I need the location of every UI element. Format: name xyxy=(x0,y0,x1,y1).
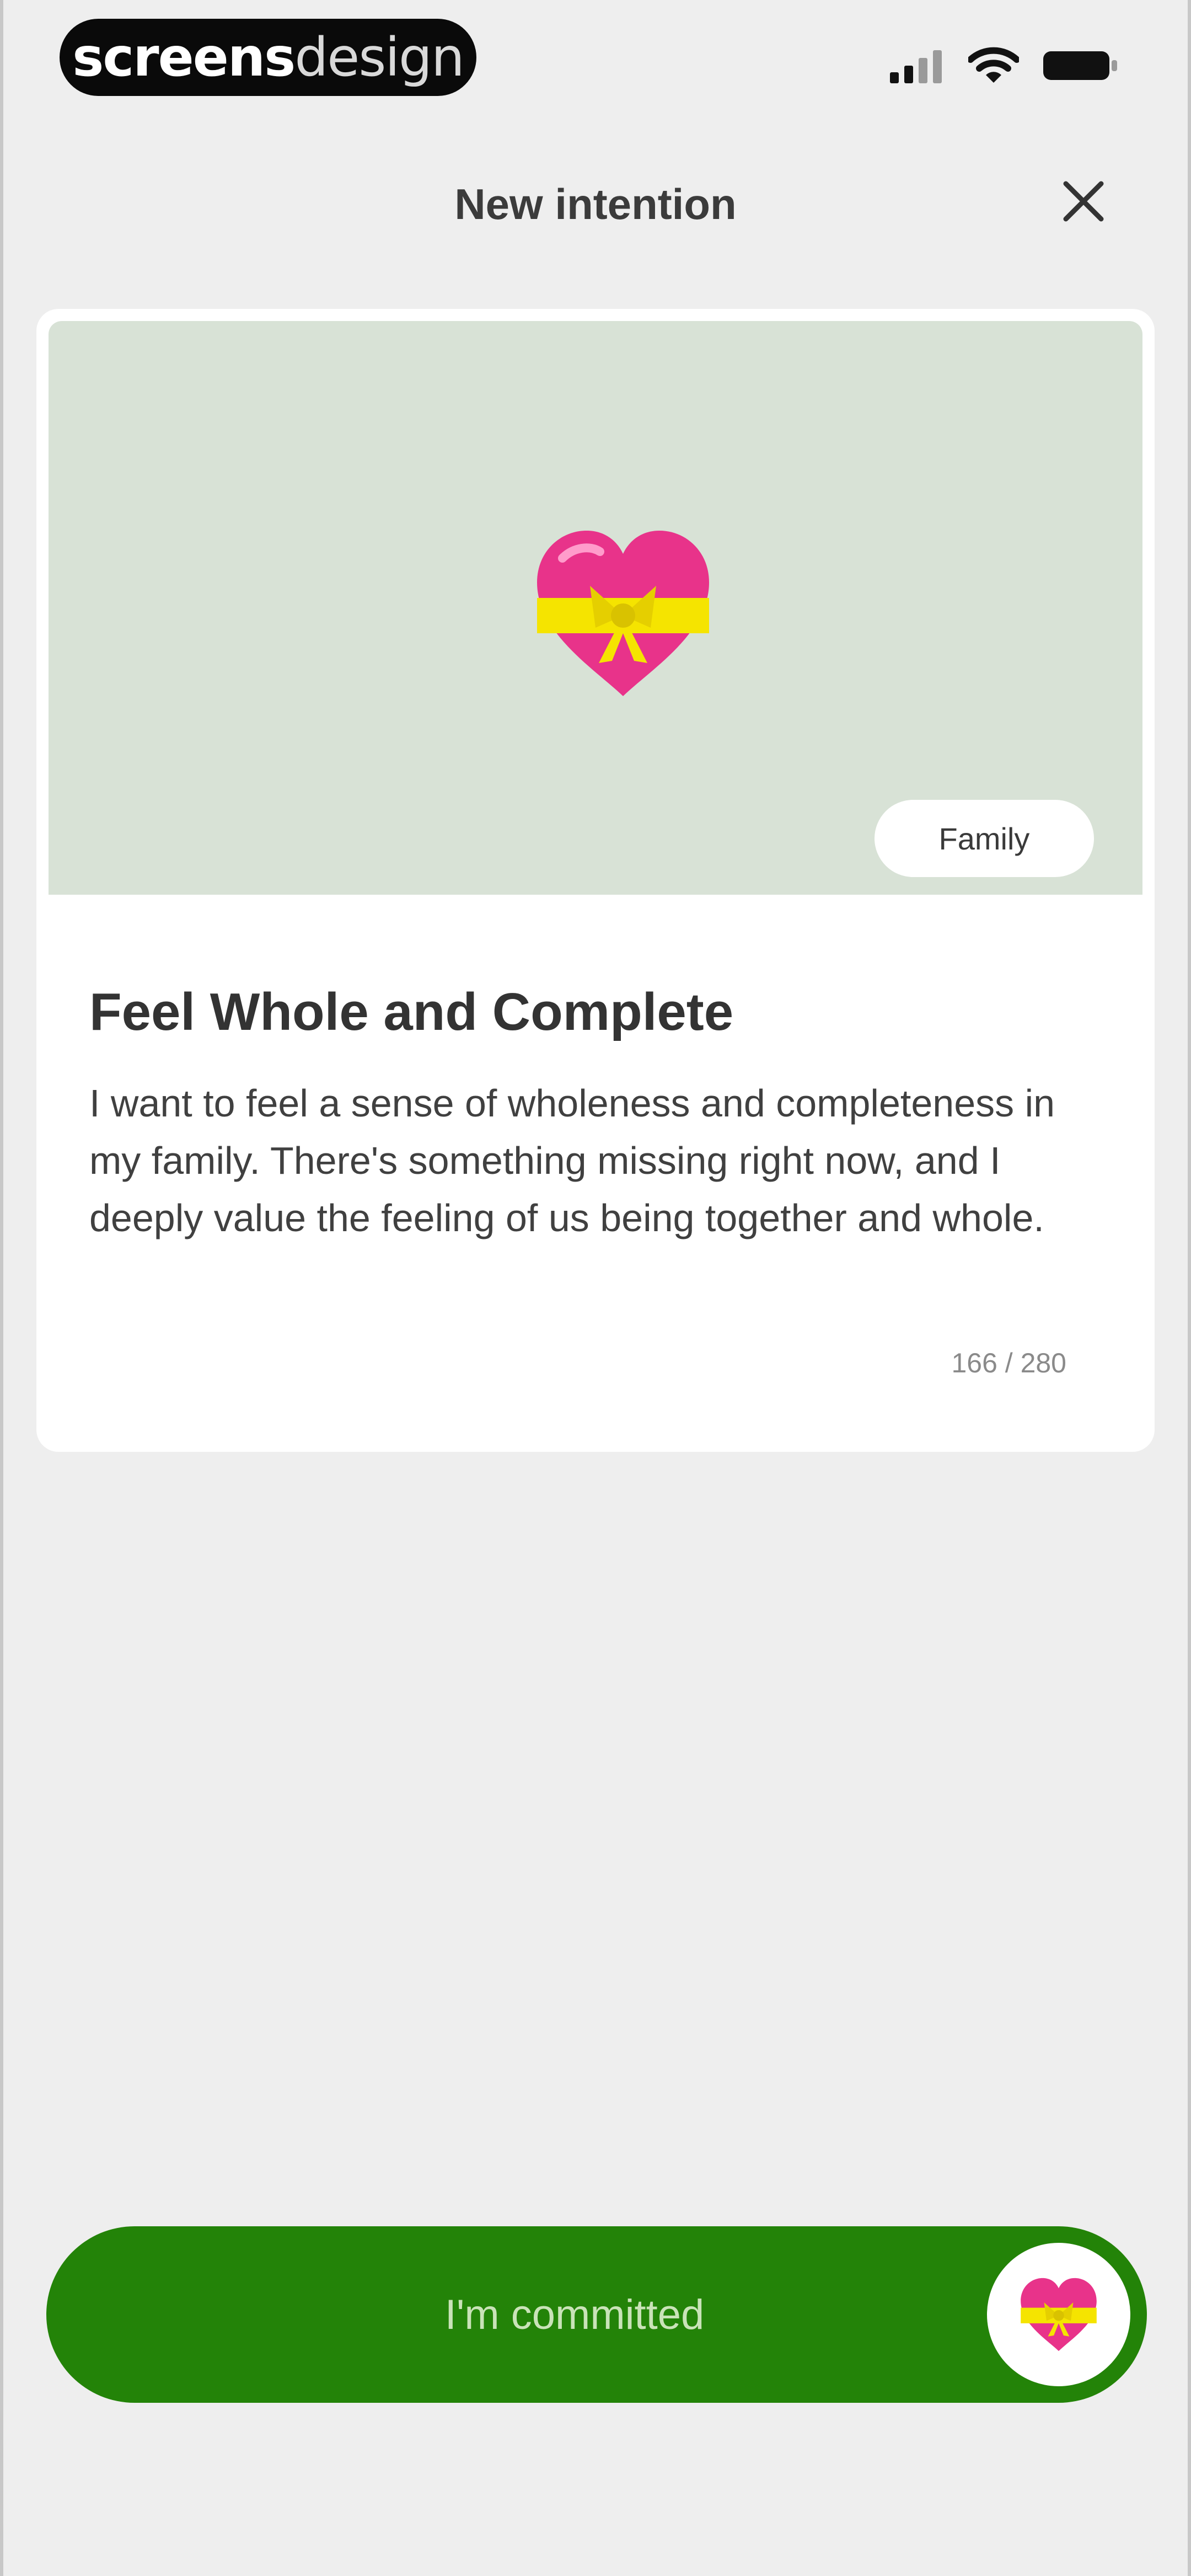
wifi-icon xyxy=(967,46,1020,88)
intention-card: Family Feel Whole and Complete I want to… xyxy=(36,309,1155,1452)
battery-icon xyxy=(1042,48,1119,86)
card-hero-image: Family xyxy=(49,321,1142,895)
brand-watermark: screens design xyxy=(60,19,476,96)
heart-with-ribbon-icon xyxy=(529,525,717,702)
intention-description[interactable]: I want to feel a sense of wholeness and … xyxy=(89,1075,1102,1247)
commit-button[interactable]: I'm committed xyxy=(46,2226,1147,2403)
brand-text-primary: screens xyxy=(72,26,296,88)
page-title: New intention xyxy=(454,180,737,228)
status-icons xyxy=(890,46,1119,88)
intention-title: Feel Whole and Complete xyxy=(89,982,734,1041)
character-count: 166 / 280 xyxy=(951,1348,1066,1378)
heart-with-ribbon-icon xyxy=(1021,2278,1097,2351)
cellular-signal-icon xyxy=(890,48,945,86)
close-icon xyxy=(1063,181,1104,222)
category-tag[interactable]: Family xyxy=(875,800,1094,877)
close-button[interactable] xyxy=(1059,177,1108,226)
brand-text-secondary: design xyxy=(294,26,464,88)
commit-label: I'm committed xyxy=(444,2291,705,2338)
commit-slider-handle[interactable] xyxy=(987,2243,1130,2386)
app-screen: screens design New intention Family Feel… xyxy=(0,0,1191,2576)
